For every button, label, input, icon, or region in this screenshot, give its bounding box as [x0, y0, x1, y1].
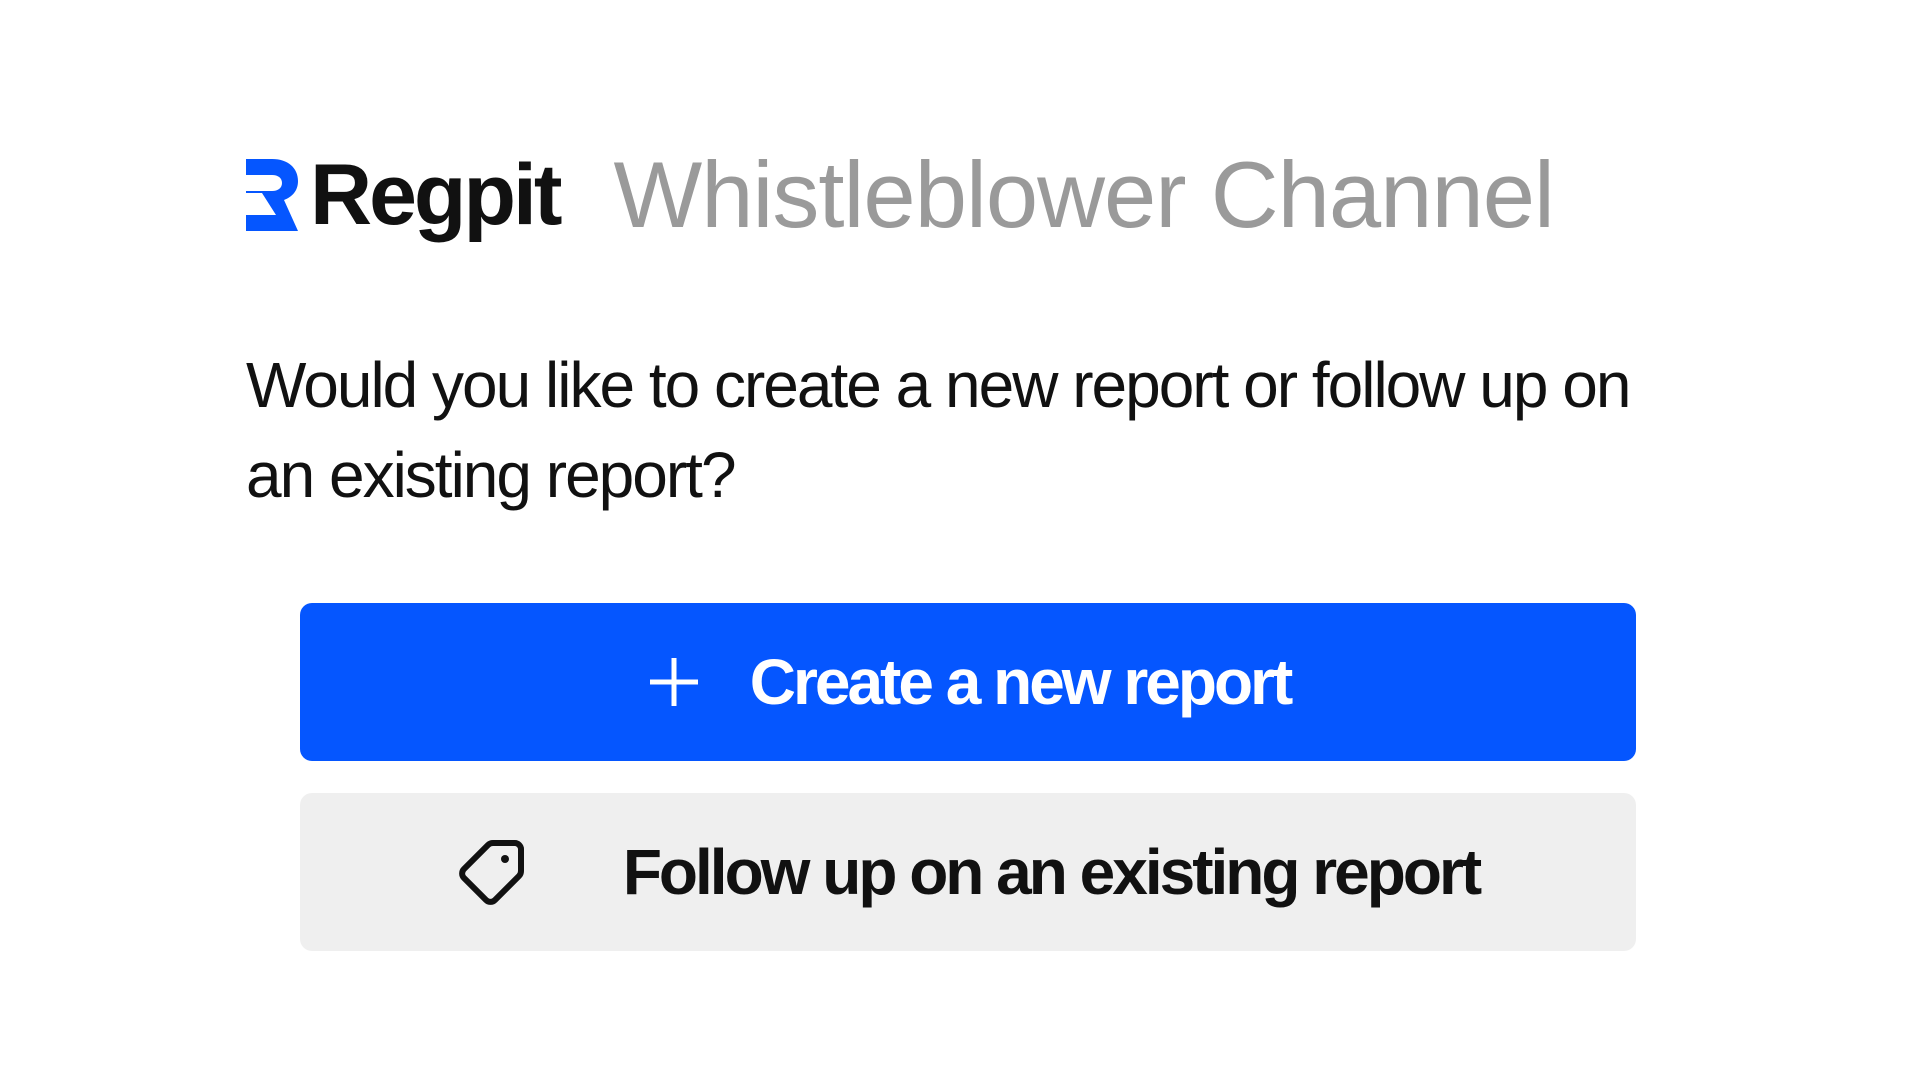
- channel-title: Whistleblower Channel: [613, 142, 1555, 247]
- follow-up-button[interactable]: Follow up on an existing report: [300, 793, 1636, 951]
- follow-up-label: Follow up on an existing report: [622, 836, 1482, 908]
- plus-icon: [646, 654, 702, 710]
- create-report-label: Create a new report: [749, 646, 1294, 718]
- regpit-logo-mark-icon: [246, 159, 298, 231]
- create-report-button[interactable]: Create a new report: [300, 603, 1636, 761]
- header: Regpit Whistleblower Channel: [246, 140, 1555, 250]
- page: Regpit Whistleblower Channel Would you l…: [0, 0, 1920, 1080]
- question-text: Would you like to create a new report or…: [246, 349, 1631, 511]
- brand-logo: Regpit: [246, 147, 563, 243]
- tag-icon: [457, 837, 527, 907]
- brand-name: Regpit: [310, 147, 563, 243]
